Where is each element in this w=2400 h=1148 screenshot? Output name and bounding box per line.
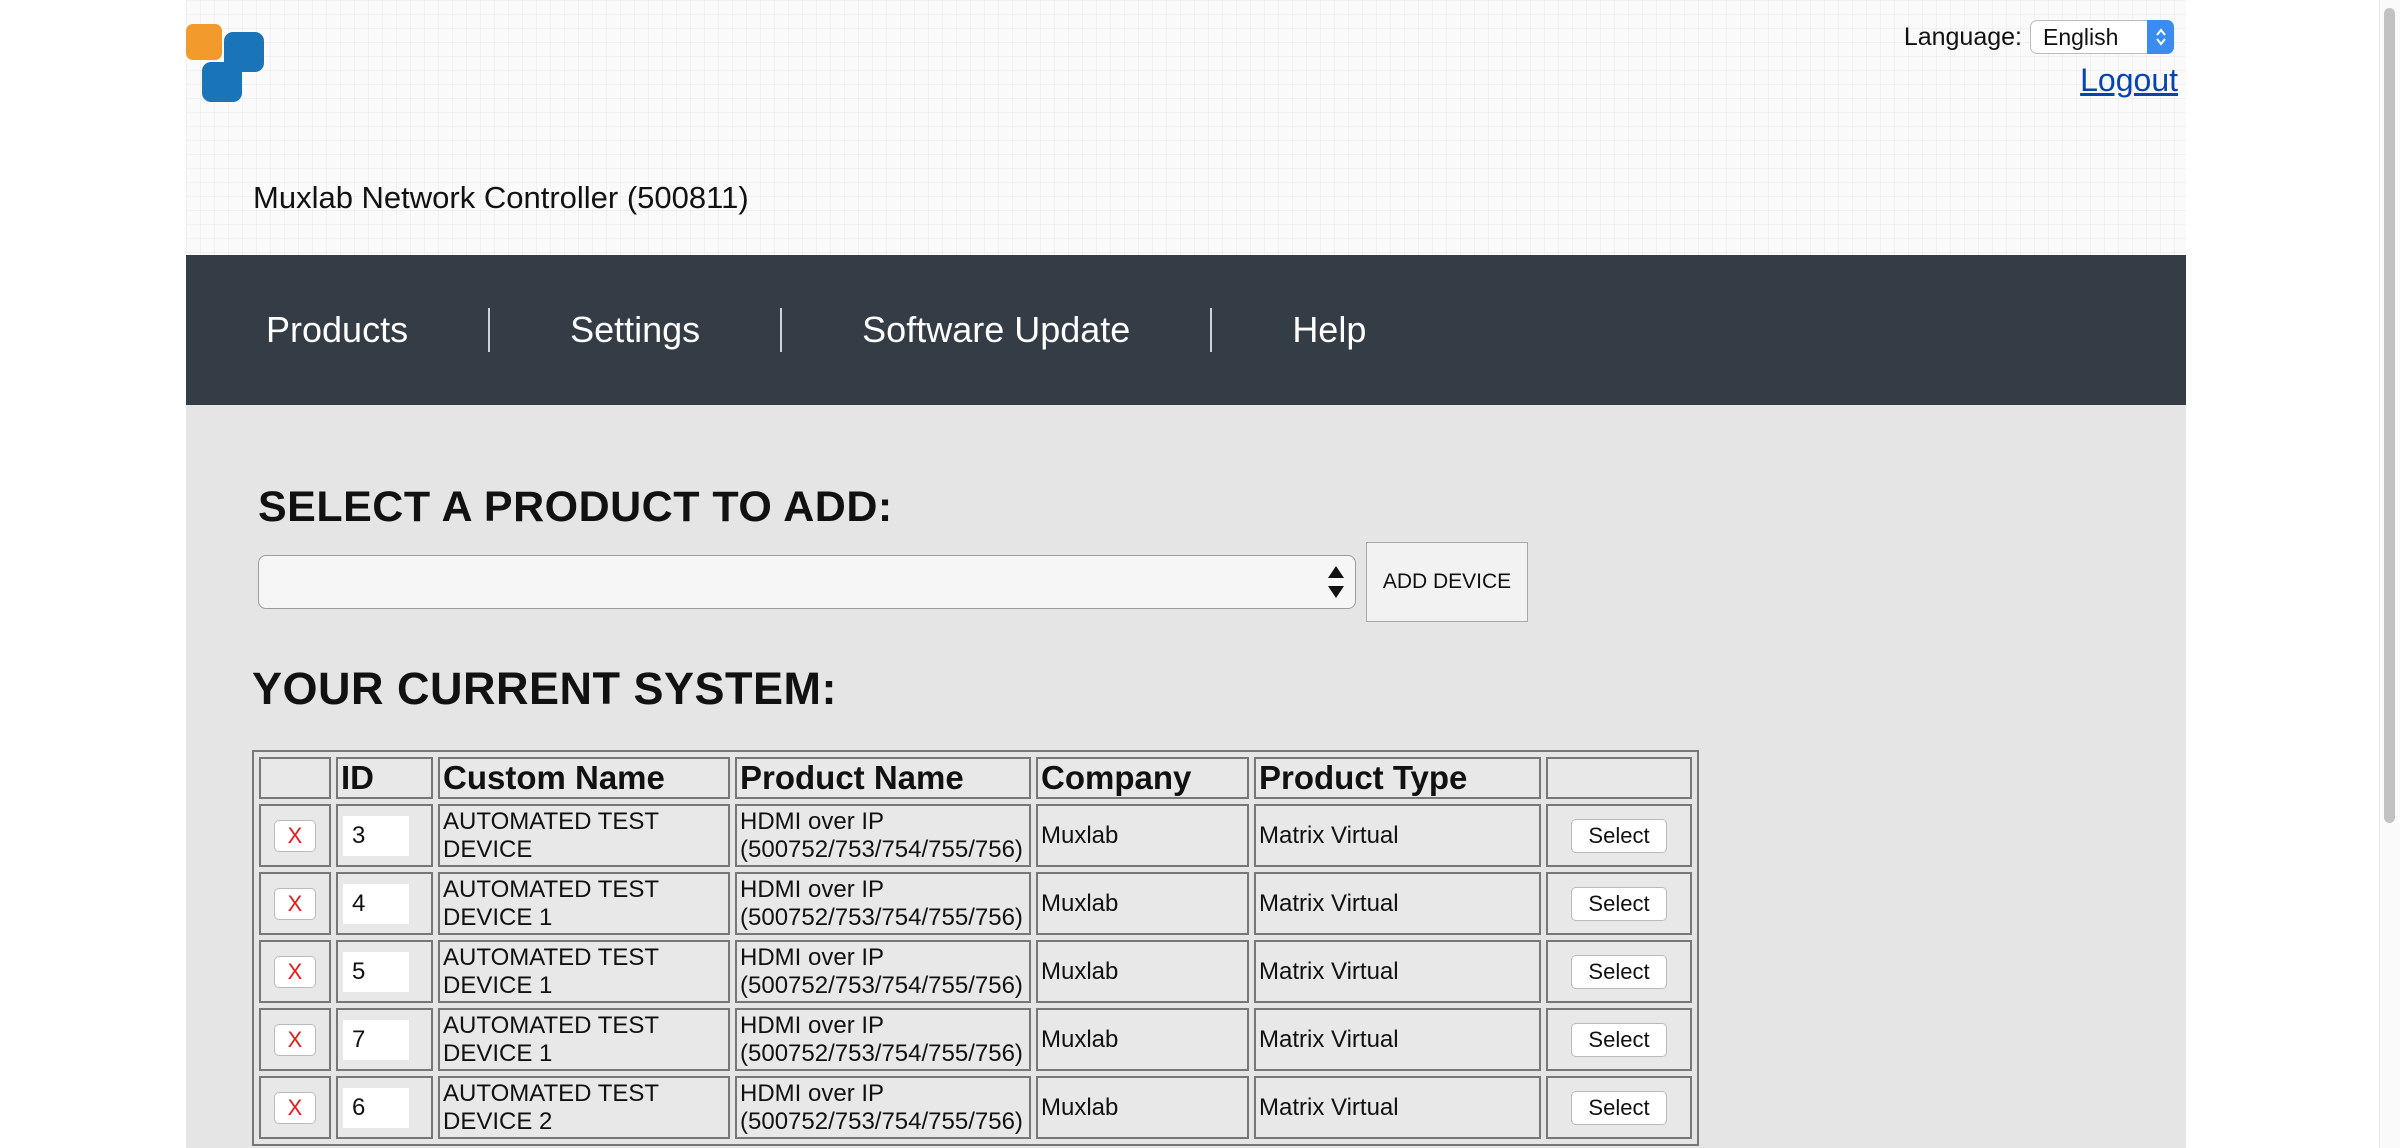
- delete-device-button[interactable]: X: [274, 819, 316, 852]
- id-cell: 3: [336, 804, 433, 867]
- muxlab-logo: [186, 18, 706, 183]
- product-type-cell: Matrix Virtual: [1254, 1076, 1541, 1139]
- language-value: English: [2043, 23, 2119, 50]
- system-table: ID Custom Name Product Name Company Prod…: [252, 750, 1699, 1146]
- product-type-cell: Matrix Virtual: [1254, 872, 1541, 935]
- custom-name-cell: AUTOMATED TEST DEVICE: [438, 804, 730, 867]
- action-cell: Select: [1546, 940, 1692, 1003]
- delete-device-button[interactable]: X: [274, 955, 316, 988]
- company-cell: Muxlab: [1036, 940, 1249, 1003]
- select-device-button[interactable]: Select: [1571, 818, 1667, 853]
- language-label: Language:: [1903, 22, 2022, 51]
- column-header-action: [1546, 757, 1692, 799]
- custom-name-cell: AUTOMATED TEST DEVICE 1: [438, 940, 730, 1003]
- language-select[interactable]: English: [2030, 20, 2174, 54]
- column-header-company: Company: [1036, 757, 1249, 799]
- table-row: X 6 AUTOMATED TEST DEVICE 2 HDMI over IP…: [259, 1076, 1692, 1139]
- product-name-cell: HDMI over IP (500752/753/754/755/756): [735, 1076, 1031, 1139]
- nav-help[interactable]: Help: [1212, 309, 1446, 351]
- product-type-cell: Matrix Virtual: [1254, 1008, 1541, 1071]
- custom-name-cell: AUTOMATED TEST DEVICE 2: [438, 1076, 730, 1139]
- column-header-custom-name: Custom Name: [438, 757, 730, 799]
- logout-link[interactable]: Logout: [2080, 62, 2178, 99]
- nav-settings[interactable]: Settings: [490, 309, 780, 351]
- device-id-input[interactable]: 3: [343, 815, 409, 856]
- add-device-button[interactable]: ADD DEVICE: [1366, 542, 1528, 622]
- add-product-heading: SELECT A PRODUCT TO ADD:: [258, 483, 893, 531]
- custom-name-cell: AUTOMATED TEST DEVICE 1: [438, 1008, 730, 1071]
- delete-device-button[interactable]: X: [274, 1091, 316, 1124]
- product-select[interactable]: [258, 555, 1356, 609]
- action-cell: Select: [1546, 872, 1692, 935]
- delete-cell: X: [259, 1008, 331, 1071]
- select-device-button[interactable]: Select: [1571, 886, 1667, 921]
- action-cell: Select: [1546, 1076, 1692, 1139]
- column-header-id: ID: [336, 757, 433, 799]
- select-arrows-icon: [1325, 562, 1347, 607]
- select-device-button[interactable]: Select: [1571, 1022, 1667, 1057]
- select-device-button[interactable]: Select: [1571, 1090, 1667, 1125]
- product-type-cell: Matrix Virtual: [1254, 940, 1541, 1003]
- delete-cell: X: [259, 804, 331, 867]
- main-content: SELECT A PRODUCT TO ADD: ADD DEVICE YOUR…: [186, 405, 2186, 1148]
- delete-cell: X: [259, 1076, 331, 1139]
- table-row: X 4 AUTOMATED TEST DEVICE 1 HDMI over IP…: [259, 872, 1692, 935]
- table-header-row: ID Custom Name Product Name Company Prod…: [259, 757, 1692, 799]
- table-row: X 3 AUTOMATED TEST DEVICE HDMI over IP (…: [259, 804, 1692, 867]
- delete-device-button[interactable]: X: [274, 887, 316, 920]
- device-id-input[interactable]: 5: [343, 951, 409, 992]
- language-selector: Language: English: [1904, 20, 2174, 54]
- controller-subtitle: Muxlab Network Controller (500811): [253, 180, 749, 215]
- table-row: X 5 AUTOMATED TEST DEVICE 1 HDMI over IP…: [259, 940, 1692, 1003]
- id-cell: 5: [336, 940, 433, 1003]
- action-cell: Select: [1546, 1008, 1692, 1071]
- nav-software-update[interactable]: Software Update: [782, 309, 1210, 351]
- custom-name-cell: AUTOMATED TEST DEVICE 1: [438, 872, 730, 935]
- id-cell: 6: [336, 1076, 433, 1139]
- company-cell: Muxlab: [1036, 1008, 1249, 1071]
- select-arrows-icon: [2147, 20, 2174, 54]
- product-name-cell: HDMI over IP (500752/753/754/755/756): [735, 940, 1031, 1003]
- main-nav: Products Settings Software Update Help: [186, 255, 2186, 405]
- header: Muxlab Network Controller (500811) Langu…: [186, 0, 2186, 255]
- delete-cell: X: [259, 940, 331, 1003]
- current-system-heading: YOUR CURRENT SYSTEM:: [252, 663, 838, 714]
- company-cell: Muxlab: [1036, 1076, 1249, 1139]
- product-name-cell: HDMI over IP (500752/753/754/755/756): [735, 872, 1031, 935]
- company-cell: Muxlab: [1036, 804, 1249, 867]
- company-cell: Muxlab: [1036, 872, 1249, 935]
- table-row: X 7 AUTOMATED TEST DEVICE 1 HDMI over IP…: [259, 1008, 1692, 1071]
- page: Muxlab Network Controller (500811) Langu…: [186, 0, 2186, 1148]
- column-header-product-type: Product Type: [1254, 757, 1541, 799]
- column-header-product-name: Product Name: [735, 757, 1031, 799]
- delete-device-button[interactable]: X: [274, 1023, 316, 1056]
- delete-cell: X: [259, 872, 331, 935]
- device-id-input[interactable]: 7: [343, 1019, 409, 1060]
- id-cell: 4: [336, 872, 433, 935]
- device-id-input[interactable]: 6: [343, 1087, 409, 1128]
- product-name-cell: HDMI over IP (500752/753/754/755/756): [735, 804, 1031, 867]
- page-scrollbar[interactable]: [2379, 0, 2400, 1148]
- select-device-button[interactable]: Select: [1571, 954, 1667, 989]
- product-name-cell: HDMI over IP (500752/753/754/755/756): [735, 1008, 1031, 1071]
- id-cell: 7: [336, 1008, 433, 1071]
- device-id-input[interactable]: 4: [343, 883, 409, 924]
- nav-products[interactable]: Products: [186, 309, 488, 351]
- scrollbar-thumb[interactable]: [2384, 8, 2395, 823]
- action-cell: Select: [1546, 804, 1692, 867]
- product-type-cell: Matrix Virtual: [1254, 804, 1541, 867]
- column-header-delete: [259, 757, 331, 799]
